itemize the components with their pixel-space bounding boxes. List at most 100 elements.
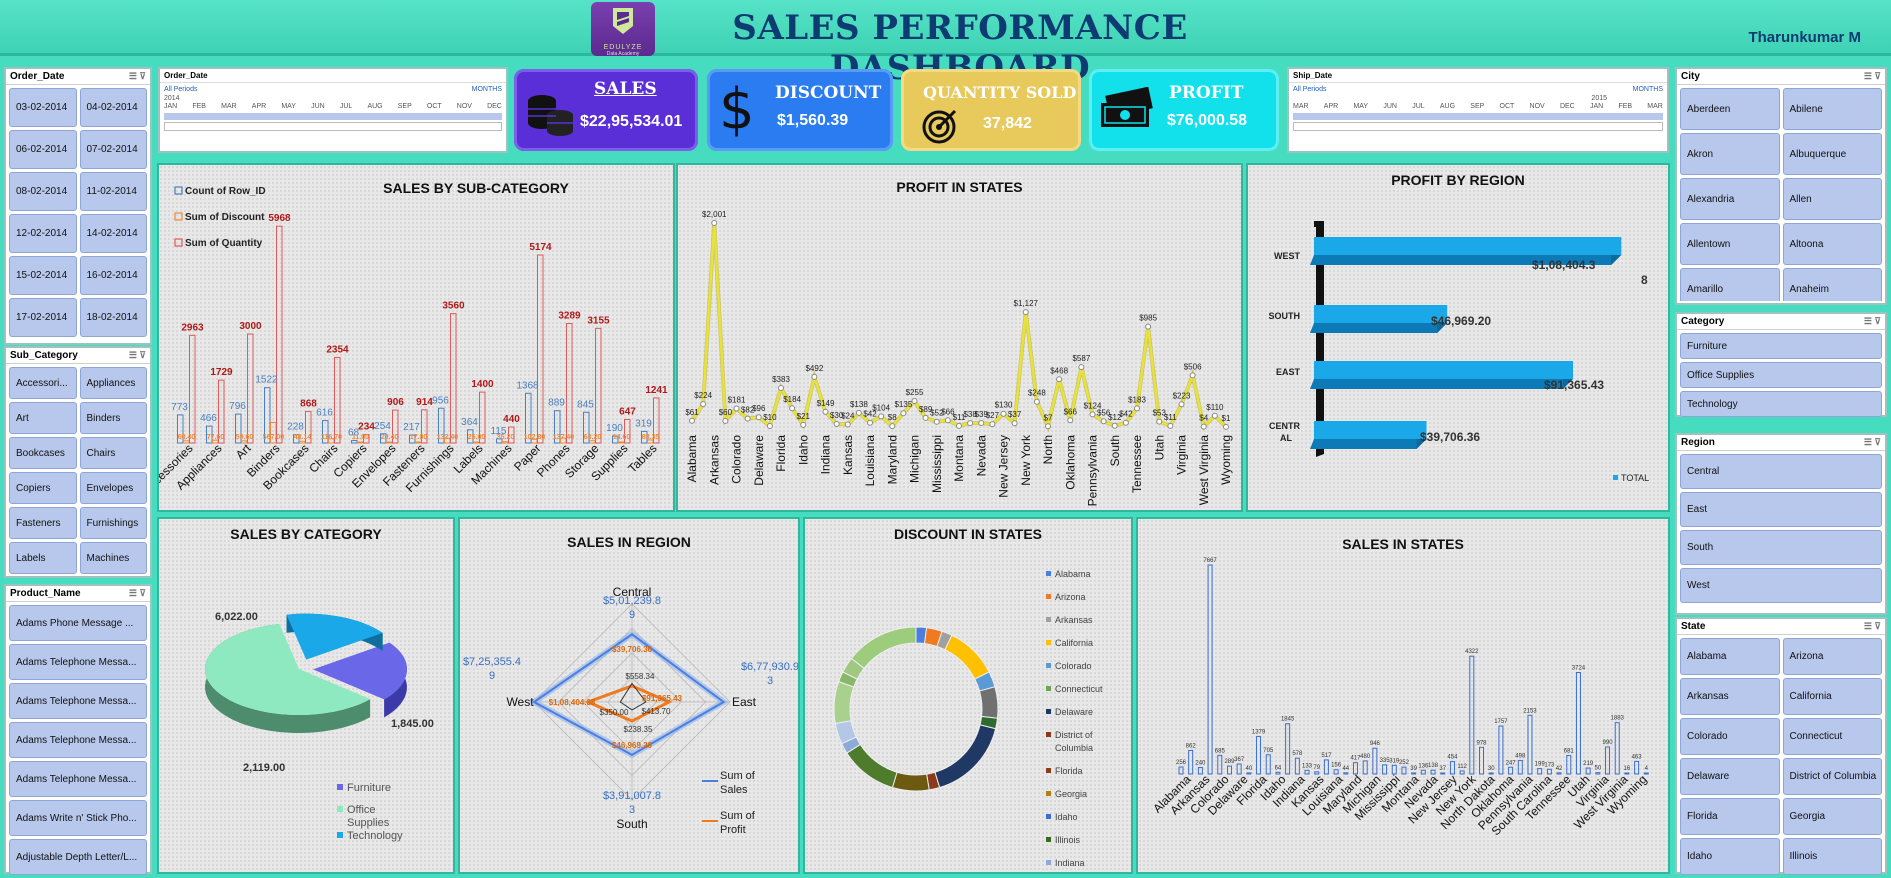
slicer-item[interactable]: Florida bbox=[1680, 798, 1780, 835]
slicer-item[interactable]: Furnishings bbox=[79, 507, 147, 539]
slicer-item[interactable]: 04-02-2014 bbox=[79, 88, 147, 127]
slicer-item[interactable]: Alabama bbox=[1680, 638, 1780, 675]
timeline-month[interactable]: JUN bbox=[311, 103, 325, 110]
slicer-item[interactable]: Office Supplies bbox=[1680, 362, 1882, 388]
slicer-item[interactable]: Akron bbox=[1680, 133, 1780, 175]
clear-filter-icon[interactable]: ☰ ⊽ bbox=[129, 71, 146, 82]
slicer-item[interactable]: Copiers bbox=[9, 472, 77, 504]
timeline-month[interactable]: SEP bbox=[398, 103, 412, 110]
timeline-month[interactable]: APR bbox=[252, 103, 266, 110]
clear-filter-icon[interactable]: ☰ ⊽ bbox=[1864, 437, 1881, 448]
slicer-item[interactable]: Fasteners bbox=[9, 507, 77, 539]
slicer-item[interactable]: Idaho bbox=[1680, 838, 1780, 875]
slicer-item[interactable]: 11-02-2014 bbox=[79, 172, 147, 211]
slicer-item[interactable]: Allen bbox=[1782, 178, 1882, 220]
timeline-month[interactable]: MAR bbox=[1647, 103, 1663, 110]
timeline-month[interactable]: JAN bbox=[164, 103, 177, 110]
slicer-item[interactable]: Machines bbox=[79, 542, 147, 574]
slicer-item[interactable]: 17-02-2014 bbox=[9, 298, 77, 337]
slicer-item[interactable]: Amarillo bbox=[1680, 268, 1780, 301]
slicer-item[interactable]: 12-02-2014 bbox=[9, 214, 77, 253]
timeline-month[interactable]: MAY bbox=[281, 103, 296, 110]
slicer-item[interactable]: 16-02-2014 bbox=[79, 256, 147, 295]
timeline-month[interactable]: AUG bbox=[1440, 103, 1455, 110]
slicer-item[interactable]: California bbox=[1782, 678, 1882, 715]
slicer-item[interactable]: Aberdeen bbox=[1680, 88, 1780, 130]
timeline-month[interactable]: OCT bbox=[1500, 103, 1515, 110]
slicer-item[interactable]: Delaware bbox=[1680, 758, 1780, 795]
slicer-item[interactable]: Illinois bbox=[1782, 838, 1882, 875]
timeline-period[interactable]: All Periods bbox=[1293, 86, 1326, 93]
clear-filter-icon[interactable]: ☰ ⊽ bbox=[129, 588, 146, 599]
slicer-item[interactable]: South bbox=[1680, 530, 1882, 565]
timeline-month[interactable]: NOV bbox=[1530, 103, 1545, 110]
clear-filter-icon[interactable]: ☰ ⊽ bbox=[1864, 71, 1881, 82]
timeline-month[interactable]: AUG bbox=[367, 103, 382, 110]
slicer-item[interactable]: Anaheim bbox=[1782, 268, 1882, 301]
timeline-month[interactable]: MAY bbox=[1353, 103, 1368, 110]
slicer-item[interactable]: Accessori... bbox=[9, 367, 77, 399]
slicer-item[interactable]: Furniture bbox=[1680, 333, 1882, 359]
clear-filter-icon[interactable]: ☰ ⊽ bbox=[1864, 621, 1881, 632]
timeline-month[interactable]: JAN bbox=[1590, 103, 1603, 110]
slicer-item[interactable]: East bbox=[1680, 492, 1882, 527]
slicer-item[interactable]: Art bbox=[9, 402, 77, 434]
timeline-period[interactable]: All Periods bbox=[164, 86, 197, 93]
clear-filter-icon[interactable]: ☰ ⊽ bbox=[1864, 316, 1881, 327]
slicer-item[interactable]: 15-02-2014 bbox=[9, 256, 77, 295]
timeline-month[interactable]: FEB bbox=[192, 103, 206, 110]
clear-filter-icon[interactable]: ☰ ⊽ bbox=[129, 350, 146, 361]
slicer-item[interactable]: Adams Telephone Messa... bbox=[9, 644, 147, 680]
slicer-item[interactable]: Labels bbox=[9, 542, 77, 574]
slicer-item[interactable]: 14-02-2014 bbox=[79, 214, 147, 253]
slicer-item[interactable]: Technology bbox=[1680, 391, 1882, 417]
ship-date-timeline[interactable]: Ship_Date All Periods MONTHS 2015 MAR APR M… bbox=[1287, 67, 1669, 153]
timeline-month[interactable]: APR bbox=[1324, 103, 1338, 110]
slicer-item[interactable]: Adams Phone Message ... bbox=[9, 605, 147, 641]
slicer-item[interactable]: Abilene bbox=[1782, 88, 1882, 130]
slicer-item[interactable]: Adams Write n' Stick Pho... bbox=[9, 800, 147, 836]
slicer-item[interactable]: West bbox=[1680, 568, 1882, 603]
timeline-range-bar[interactable] bbox=[164, 113, 502, 120]
slicer-item[interactable]: Adjustable Depth Letter/L... bbox=[9, 839, 147, 875]
slicer-item[interactable]: Bookcases bbox=[9, 437, 77, 469]
slicer-item[interactable]: Adams Telephone Messa... bbox=[9, 683, 147, 719]
timeline-unit-dropdown[interactable]: MONTHS bbox=[472, 86, 502, 93]
timeline-unit-dropdown[interactable]: MONTHS bbox=[1633, 86, 1663, 93]
slicer-item[interactable]: 18-02-2014 bbox=[79, 298, 147, 337]
slicer-item[interactable]: Binders bbox=[79, 402, 147, 434]
timeline-month[interactable]: DEC bbox=[1560, 103, 1575, 110]
slicer-item[interactable]: 07-02-2014 bbox=[79, 130, 147, 169]
timeline-month[interactable]: MAR bbox=[1293, 103, 1309, 110]
timeline-scrollbar[interactable] bbox=[164, 122, 502, 131]
timeline-month[interactable]: JUL bbox=[1412, 103, 1424, 110]
slicer-item[interactable]: Georgia bbox=[1782, 798, 1882, 835]
slicer-item[interactable]: Chairs bbox=[79, 437, 147, 469]
timeline-month[interactable]: DEC bbox=[487, 103, 502, 110]
slicer-item[interactable]: Altoona bbox=[1782, 223, 1882, 265]
timeline-month[interactable]: NOV bbox=[457, 103, 472, 110]
timeline-month[interactable]: JUN bbox=[1383, 103, 1397, 110]
slicer-item[interactable]: Allentown bbox=[1680, 223, 1780, 265]
timeline-month[interactable]: SEP bbox=[1470, 103, 1484, 110]
slicer-item[interactable]: Adams Telephone Messa... bbox=[9, 722, 147, 758]
slicer-item[interactable]: Albuquerque bbox=[1782, 133, 1882, 175]
slicer-item[interactable]: Colorado bbox=[1680, 718, 1780, 755]
slicer-item[interactable]: 03-02-2014 bbox=[9, 88, 77, 127]
slicer-item[interactable]: Arizona bbox=[1782, 638, 1882, 675]
slicer-item[interactable]: Connecticut bbox=[1782, 718, 1882, 755]
timeline-month[interactable]: JUL bbox=[340, 103, 352, 110]
timeline-month[interactable]: OCT bbox=[427, 103, 442, 110]
timeline-month[interactable]: FEB bbox=[1618, 103, 1632, 110]
slicer-item[interactable]: Adams Telephone Messa... bbox=[9, 761, 147, 797]
slicer-item[interactable]: District of Columbia bbox=[1782, 758, 1882, 795]
slicer-item[interactable]: 08-02-2014 bbox=[9, 172, 77, 211]
slicer-item[interactable]: Envelopes bbox=[79, 472, 147, 504]
slicer-item[interactable]: Alexandria bbox=[1680, 178, 1780, 220]
timeline-month[interactable]: MAR bbox=[221, 103, 237, 110]
timeline-range-bar[interactable] bbox=[1293, 113, 1663, 120]
slicer-item[interactable]: Appliances bbox=[79, 367, 147, 399]
slicer-item[interactable]: Arkansas bbox=[1680, 678, 1780, 715]
slicer-item[interactable]: 06-02-2014 bbox=[9, 130, 77, 169]
order-date-timeline[interactable]: Order_Date All Periods MONTHS 2014 JAN FEB… bbox=[158, 67, 508, 153]
